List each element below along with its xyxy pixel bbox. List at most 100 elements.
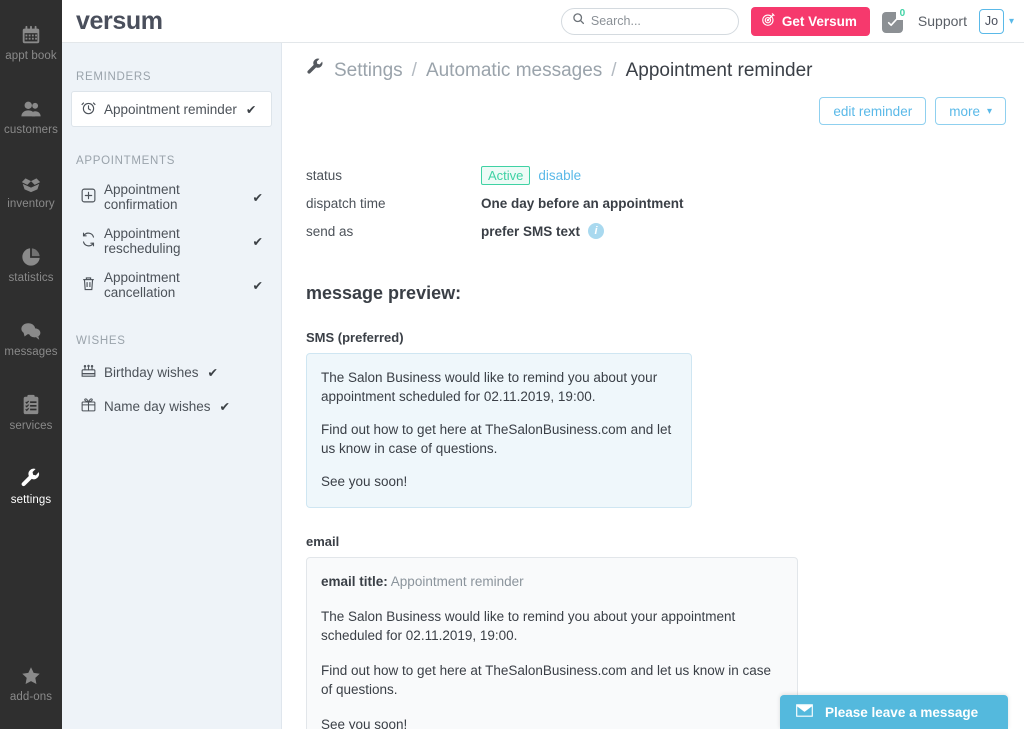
- sidebar-group-title-appointments: APPOINTMENTS: [76, 155, 176, 167]
- avatar[interactable]: Jo: [978, 8, 1004, 34]
- email-title-value: Appointment reminder: [390, 574, 524, 589]
- notifications-button[interactable]: 0: [881, 7, 909, 33]
- plus-square-icon: [80, 187, 97, 207]
- sidebar-item-label: Appointment rescheduling: [104, 226, 181, 256]
- app-logo: versum: [76, 6, 163, 35]
- details-value-send-as: prefer SMS text i: [481, 223, 605, 239]
- people-icon: [20, 98, 42, 120]
- sms-paragraph: The Salon Business would like to remind …: [321, 370, 658, 404]
- search-input[interactable]: [590, 14, 719, 28]
- page-title: message preview:: [306, 283, 462, 303]
- chat-widget[interactable]: Please leave a message: [780, 695, 1008, 729]
- user-menu[interactable]: Jo ▾: [978, 8, 1014, 34]
- sidebar-item-appointment-rescheduling[interactable]: Appointment rescheduling ✔: [72, 219, 271, 263]
- rail-item-services[interactable]: services: [0, 376, 62, 450]
- get-versum-label: Get Versum: [781, 13, 857, 29]
- email-preview-box: email title: Appointment reminder The Sa…: [306, 557, 798, 729]
- main-content: Settings / Automatic messages / Appointm…: [282, 0, 1024, 729]
- checkmark-icon: ✔: [252, 278, 263, 293]
- top-bar-right: Get Versum 0 Support Jo ▾: [560, 6, 1024, 36]
- clipboard-icon: [20, 394, 42, 416]
- top-bar: versum Get Versum: [62, 0, 1024, 43]
- rail-item-customers[interactable]: customers: [0, 80, 62, 154]
- sidebar-group-reminders: REMINDERS Appointment reminder ✔: [62, 43, 281, 127]
- rail-item-add-ons[interactable]: add-ons: [0, 647, 62, 721]
- info-icon[interactable]: i: [588, 223, 605, 239]
- details-value-status: Active disable: [481, 165, 581, 185]
- wrench-icon: [20, 468, 42, 490]
- rail-item-statistics[interactable]: statistics: [0, 228, 62, 302]
- details-row-dispatch-time: dispatch time One day before an appointm…: [306, 189, 1024, 217]
- sidebar-item-label: Appointment cancellation: [104, 270, 180, 300]
- edit-reminder-label: edit reminder: [833, 103, 913, 119]
- sidebar-group-wishes: WISHES Birthday wishes ✔ Name day wishes…: [62, 307, 281, 423]
- more-button[interactable]: more ▾: [935, 97, 1006, 125]
- rail-item-appt-book[interactable]: appt book: [0, 6, 62, 80]
- rail-label-inventory: inventory: [7, 198, 55, 210]
- details-row-send-as: send as prefer SMS text i: [306, 217, 1024, 245]
- rail-label-services: services: [9, 420, 53, 432]
- primary-nav-rail: appt book customers inventory statistics…: [0, 0, 62, 729]
- sms-paragraph: Find out how to get here at TheSalonBusi…: [321, 422, 672, 456]
- alarm-clock-icon: [80, 99, 97, 119]
- sidebar-group-title-wishes: WISHES: [76, 335, 126, 347]
- get-versum-button[interactable]: Get Versum: [750, 6, 870, 36]
- email-paragraph: See you soon!: [321, 717, 408, 729]
- target-icon: [761, 12, 776, 30]
- email-paragraph: Find out how to get here at TheSalonBusi…: [321, 663, 772, 697]
- breadcrumb-separator: /: [611, 59, 617, 81]
- sidebar-item-birthday-wishes[interactable]: Birthday wishes ✔: [72, 355, 271, 389]
- breadcrumb-current: Appointment reminder: [625, 59, 813, 81]
- sms-preview-box: The Salon Business would like to remind …: [306, 353, 692, 508]
- calendar-icon: [20, 24, 42, 46]
- breadcrumb: Settings / Automatic messages / Appointm…: [282, 43, 1024, 83]
- speech-bubbles-icon: [20, 320, 42, 342]
- disable-link[interactable]: disable: [538, 168, 581, 183]
- settings-sidebar: REMINDERS Appointment reminder ✔ APPOINT…: [62, 0, 282, 729]
- rail-label-add-ons: add-ons: [9, 691, 53, 703]
- sidebar-item-label: Birthday wishes: [104, 364, 199, 380]
- chevron-down-icon: ▾: [986, 105, 992, 117]
- rail-label-customers: customers: [4, 124, 58, 136]
- details-label-status: status: [306, 167, 343, 183]
- sidebar-item-appointment-cancellation[interactable]: Appointment cancellation ✔: [72, 263, 271, 307]
- sidebar-item-label: Name day wishes: [104, 398, 211, 414]
- checkmark-icon: ✔: [207, 365, 219, 380]
- gift-icon: [80, 396, 97, 416]
- notifications-badge: 0: [895, 7, 909, 20]
- box-icon: [20, 172, 42, 194]
- rail-label-settings: settings: [10, 494, 52, 506]
- breadcrumb-root[interactable]: Settings: [334, 60, 403, 82]
- checkmark-icon: ✔: [252, 190, 263, 205]
- sidebar-item-name-day-wishes[interactable]: Name day wishes ✔: [72, 389, 271, 423]
- rail-item-inventory[interactable]: inventory: [0, 154, 62, 228]
- sidebar-item-label: Appointment confirmation: [104, 182, 180, 212]
- breadcrumb-separator: /: [411, 59, 417, 81]
- rail-item-messages[interactable]: messages: [0, 302, 62, 376]
- rail-label-statistics: statistics: [8, 272, 54, 284]
- details-value-dispatch-time: One day before an appointment: [481, 195, 684, 211]
- sidebar-item-appointment-confirmation[interactable]: Appointment confirmation ✔: [72, 175, 271, 219]
- search-box[interactable]: [560, 7, 739, 35]
- refresh-icon: [80, 231, 97, 251]
- email-section-label: email: [306, 534, 340, 549]
- rail-label-appt-book: appt book: [5, 50, 57, 62]
- support-link[interactable]: Support: [918, 13, 967, 29]
- sidebar-group-title-reminders: REMINDERS: [76, 71, 152, 83]
- action-buttons: edit reminder more ▾: [282, 83, 1024, 125]
- details-table: status Active disable dispatch time One …: [306, 161, 1024, 245]
- breadcrumb-section[interactable]: Automatic messages: [426, 60, 602, 82]
- email-paragraph: The Salon Business would like to remind …: [321, 609, 736, 643]
- sidebar-item-appointment-reminder[interactable]: Appointment reminder ✔: [71, 91, 272, 127]
- sms-section-label: SMS (preferred): [306, 330, 404, 345]
- chevron-down-icon[interactable]: ▾: [1009, 16, 1014, 27]
- details-label-dispatch-time: dispatch time: [306, 195, 386, 211]
- trash-icon: [80, 275, 97, 295]
- sms-paragraph: See you soon!: [321, 474, 408, 489]
- edit-reminder-button[interactable]: edit reminder: [819, 97, 927, 125]
- checkmark-icon: ✔: [245, 102, 257, 117]
- email-title-label: email title:: [321, 574, 388, 589]
- rail-item-settings[interactable]: settings: [0, 450, 62, 524]
- email-title-row: email title: Appointment reminder: [321, 572, 781, 591]
- sidebar-group-appointments: APPOINTMENTS Appointment confirmation ✔: [62, 127, 281, 307]
